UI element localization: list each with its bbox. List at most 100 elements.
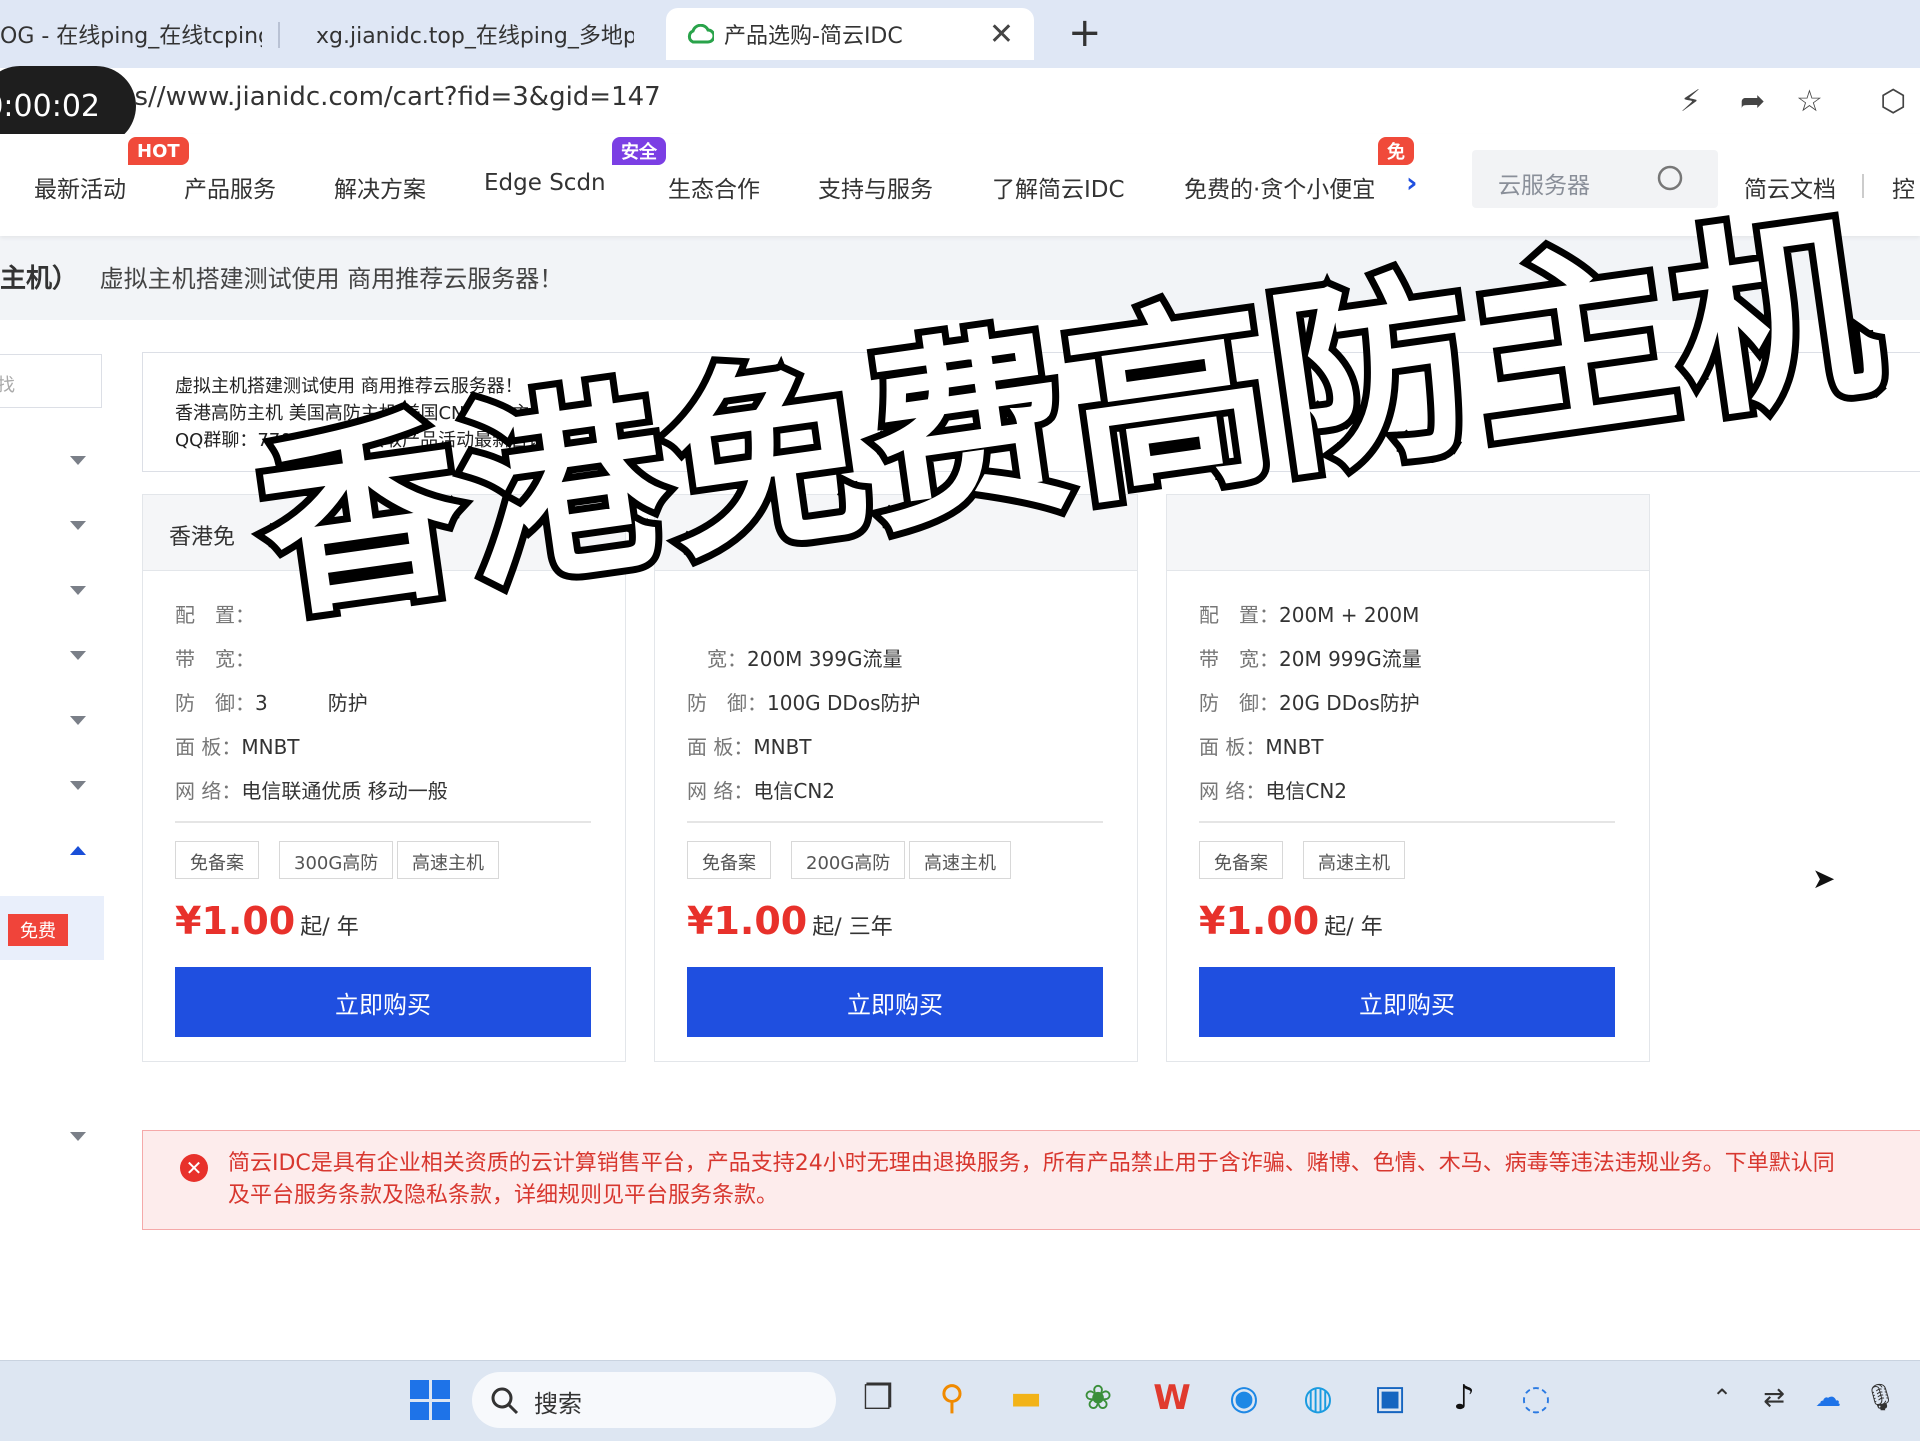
nav-more-arrow-icon[interactable]: › <box>1406 166 1418 199</box>
spec-key: 带 宽： <box>175 647 255 671</box>
divider <box>175 821 591 823</box>
microphone-icon[interactable]: 🎙 <box>1858 1376 1902 1420</box>
nav-edge-scdn[interactable]: Edge Scdn <box>484 170 606 196</box>
spec-key: 防 御： <box>1199 691 1279 715</box>
taskbar-search-label: 搜索 <box>534 1390 582 1418</box>
nav-latest-activities[interactable]: 最新活动 <box>34 170 126 204</box>
spec-key: 网 络： <box>1199 779 1266 803</box>
share-icon[interactable]: ➦ <box>1740 84 1765 119</box>
extensions-icon[interactable]: ⬡ <box>1880 84 1906 119</box>
free-nav-badge: 免 <box>1378 137 1414 165</box>
page-title: 主机） <box>0 264 79 294</box>
price: ¥1.00 起/ 年 <box>175 899 359 943</box>
feature-tag: 免备案 <box>175 841 259 879</box>
nav-free-deals[interactable]: 免费的·贪个小便宜 <box>1184 170 1375 204</box>
chevron-down-icon[interactable] <box>70 456 86 465</box>
tab-title: OG - 在线ping_在线tcping_ <box>0 24 262 49</box>
browser-app-icon[interactable]: ◉ <box>1222 1376 1266 1420</box>
chevron-down-icon[interactable] <box>70 716 86 725</box>
buy-now-button[interactable]: 立即购买 <box>175 967 591 1037</box>
category-sidebar <box>0 320 120 1360</box>
spec-panel: 面 板：MNBT <box>175 731 300 760</box>
chevron-down-icon[interactable] <box>70 1132 86 1141</box>
tab-separator <box>278 22 280 48</box>
taskbar-search-box[interactable] <box>472 1372 836 1428</box>
feature-tag: 300G高防 <box>279 841 394 879</box>
spec-key: 防 御： <box>687 691 767 715</box>
lightning-icon[interactable]: ⚡ <box>1680 84 1701 119</box>
chat-app-icon[interactable]: ◌ <box>1514 1376 1558 1420</box>
price: ¥1.00 起/ 三年 <box>687 899 893 943</box>
task-view-icon[interactable]: ❐ <box>856 1376 900 1420</box>
price-value: ¥1.00 <box>1199 899 1320 943</box>
price: ¥1.00 起/ 年 <box>1199 899 1383 943</box>
nav-ecosystem[interactable]: 生态合作 <box>668 170 760 204</box>
spec-network: 网 络：电信联通优质 移动一般 <box>175 775 448 804</box>
spec-value: 20G DDos防护 <box>1279 691 1420 715</box>
spec-config: 配 置：200M + 200M <box>1199 599 1419 628</box>
chevron-down-icon[interactable] <box>70 781 86 790</box>
nav-support[interactable]: 支持与服务 <box>818 170 933 204</box>
feature-tag: 200G高防 <box>791 841 906 879</box>
spec-key: 网 络： <box>687 779 754 803</box>
spec-bandwidth: 宽：200M 399G流量 <box>687 643 902 672</box>
music-app-icon[interactable]: ♪ <box>1442 1376 1486 1420</box>
alert-line: 简云IDC是具有企业相关资质的云计算销售平台，产品支持24小时无理由退换服务，所… <box>228 1151 1835 1176</box>
spec-value: 电信联通优质 移动一般 <box>241 779 448 803</box>
chevron-up-icon[interactable] <box>70 846 86 855</box>
price-unit: 起/ 年 <box>1324 915 1383 940</box>
spec-value: MNBT <box>1265 735 1324 759</box>
search-app-icon[interactable]: ⚲ <box>930 1376 974 1420</box>
chevron-up-icon[interactable]: ⌃ <box>1700 1376 1744 1420</box>
nav-products[interactable]: 产品服务 <box>184 170 276 204</box>
mouse-cursor-icon: ➤ <box>1812 862 1836 895</box>
cloud-sync-icon[interactable]: ☁ <box>1806 1376 1850 1420</box>
wps-icon[interactable]: W <box>1150 1376 1194 1420</box>
browser-tab[interactable]: xg.jianidc.top_在线ping_多地pi <box>304 8 634 60</box>
star-icon[interactable]: ☆ <box>1796 84 1823 119</box>
browser-tab-active[interactable]: 产品选购-简云IDC ✕ <box>666 8 1034 60</box>
file-explorer-icon[interactable]: ▬ <box>1004 1376 1048 1420</box>
spec-panel: 面 板：MNBT <box>1199 731 1324 760</box>
app-icon[interactable]: ▣ <box>1368 1376 1412 1420</box>
settings-toggle-icon[interactable]: ⇄ <box>1752 1376 1796 1420</box>
spec-key: 防 御： <box>175 691 255 715</box>
browser-tab[interactable]: OG - 在线ping_在线tcping_ <box>0 8 262 60</box>
spec-value: 100G DDos防护 <box>767 691 921 715</box>
chevron-down-icon[interactable] <box>70 521 86 530</box>
tab-title: xg.jianidc.top_在线ping_多地pi <box>316 24 634 49</box>
nav-about[interactable]: 了解简云IDC <box>992 170 1125 204</box>
spec-network: 网 络：电信CN2 <box>1199 775 1347 804</box>
price-unit: 起/ 年 <box>300 915 359 940</box>
spec-value: 200M + 200M <box>1279 603 1420 627</box>
spec-value: 3 防护 <box>255 691 368 715</box>
buy-now-button[interactable]: 立即购买 <box>1199 967 1615 1037</box>
feature-tag: 高速主机 <box>397 841 499 879</box>
new-tab-button[interactable]: + <box>1068 10 1102 56</box>
spec-bandwidth: 带 宽：20M 999G流量 <box>1199 643 1422 672</box>
chevron-down-icon[interactable] <box>70 651 86 660</box>
close-tab-icon[interactable]: ✕ <box>989 17 1014 52</box>
spec-config: 配 置： <box>175 599 255 628</box>
game-app-icon[interactable]: ❀ <box>1076 1376 1120 1420</box>
page-header: 主机） 虚拟主机搭建测试使用 商用推荐云服务器！ <box>0 258 563 295</box>
sidebar-search-input[interactable]: 找 <box>0 354 102 408</box>
spec-defense: 防 御：3 防护 <box>175 687 368 716</box>
hot-badge: HOT <box>128 137 189 165</box>
url-field[interactable]: ps//www.jianidc.com/cart?fid=3&gid=147 <box>118 82 661 112</box>
spec-value: 20M 999G流量 <box>1279 647 1422 671</box>
nav-solutions[interactable]: 解决方案 <box>334 170 426 204</box>
windows-start-icon[interactable] <box>410 1380 450 1420</box>
spec-panel: 面 板：MNBT <box>687 731 812 760</box>
chevron-down-icon[interactable] <box>70 586 86 595</box>
spec-key: 面 板： <box>687 735 754 759</box>
nav-console[interactable]: 控 <box>1892 170 1915 204</box>
edge-icon[interactable]: ◍ <box>1296 1376 1340 1420</box>
spec-network: 网 络：电信CN2 <box>687 775 835 804</box>
spec-defense: 防 御：100G DDos防护 <box>687 687 921 716</box>
terms-alert-text: 简云IDC是具有企业相关资质的云计算销售平台，产品支持24小时无理由退换服务，所… <box>228 1148 1920 1212</box>
spec-key: 网 络： <box>175 779 242 803</box>
buy-now-button[interactable]: 立即购买 <box>687 967 1103 1037</box>
divider <box>687 821 1103 823</box>
spec-defense: 防 御：20G DDos防护 <box>1199 687 1420 716</box>
